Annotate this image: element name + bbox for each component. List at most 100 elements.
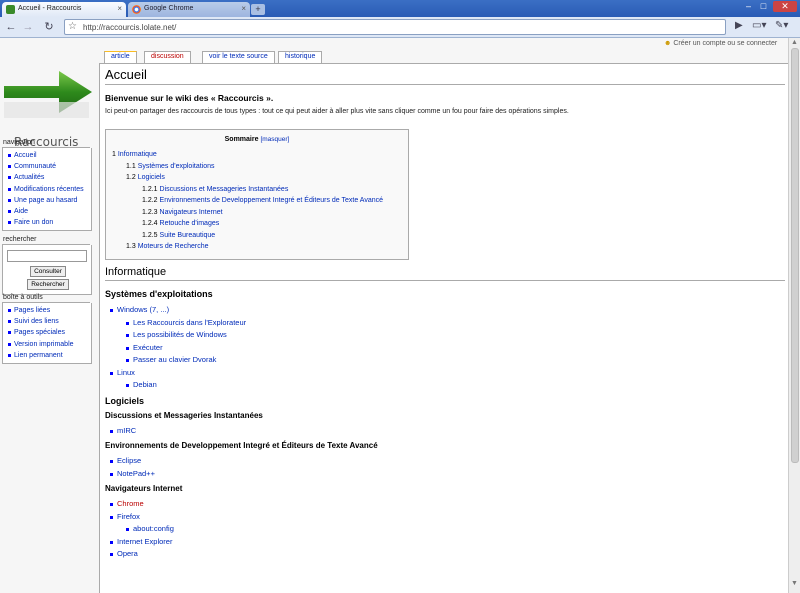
toc-entry[interactable]: 1.2 Logiciels xyxy=(112,172,402,184)
systemes-list: Windows (7, ...) Les Raccourcis dans l'E… xyxy=(109,304,788,392)
go-icon[interactable]: ▶ xyxy=(735,20,743,31)
tab-history[interactable]: historique xyxy=(278,51,323,63)
reload-button[interactable]: ↻ xyxy=(41,20,57,35)
list-item[interactable]: Les possibilités de Windows xyxy=(125,329,788,342)
discussions-list: mIRC xyxy=(109,425,788,438)
environnements-list: Eclipse NotePad++ xyxy=(109,455,788,480)
url-input[interactable] xyxy=(83,23,643,32)
address-bar[interactable]: ☆ xyxy=(64,19,726,35)
navigation-portlet: navigation Accueil Communauté Actualités… xyxy=(2,139,92,232)
toc-entry[interactable]: 1.2.2 Environnements de Developpement In… xyxy=(112,195,402,207)
tab-view-source[interactable]: voir le texte source xyxy=(202,51,275,63)
list-item[interactable]: Les Raccourcis dans l'Explorateur xyxy=(125,317,788,330)
section-heading-discussions: Discussions et Messageries Instantanées xyxy=(105,410,263,420)
toc-title: Sommaire [masquer] xyxy=(224,136,290,143)
back-button[interactable]: ← xyxy=(3,20,19,35)
list-item[interactable]: about:config xyxy=(125,523,788,536)
tab-title: Google Chrome xyxy=(144,5,194,12)
tab-title: Accueil - Raccourcis xyxy=(18,5,82,12)
web-page: ☻ Créer un compte ou se connecter Raccou… xyxy=(0,38,788,593)
list-item[interactable]: Exécuter xyxy=(125,342,788,355)
navigateurs-list: Chrome Firefox about:config Internet Exp… xyxy=(109,498,788,561)
toc-entry[interactable]: 1.2.5 Suite Bureautique xyxy=(112,230,402,242)
toolbox-item-lien-permanent[interactable]: Lien permanent xyxy=(7,350,89,361)
page-menu-icon[interactable]: ▭▾ xyxy=(752,20,766,31)
search-input[interactable] xyxy=(7,250,87,262)
forward-button[interactable]: → xyxy=(20,20,36,35)
close-tab-icon[interactable]: × xyxy=(241,4,246,13)
toc-entry[interactable]: 1.1 Systèmes d'exploitations xyxy=(112,161,402,173)
wrench-icon[interactable]: ✎▾ xyxy=(775,20,788,31)
search-title: rechercher xyxy=(2,236,90,245)
new-tab-button[interactable]: + xyxy=(251,4,265,15)
list-item[interactable]: mIRC xyxy=(109,425,788,438)
scroll-up-icon[interactable]: ▲ xyxy=(791,39,798,46)
toc-entry[interactable]: 1.2.3 Navigateurs Internet xyxy=(112,207,402,219)
toolbox-item-pages-speciales[interactable]: Pages spéciales xyxy=(7,327,89,338)
login-link[interactable]: Créer un compte ou se connecter xyxy=(673,40,777,47)
minimize-button[interactable]: – xyxy=(742,1,755,12)
toc-entry[interactable]: 1 Informatique xyxy=(112,149,402,161)
list-item-chrome[interactable]: Chrome xyxy=(109,498,788,511)
list-item-internet-explorer[interactable]: Internet Explorer xyxy=(109,536,788,549)
raccourcis-favicon-icon xyxy=(6,5,15,14)
sidebar-item-accueil[interactable]: Accueil xyxy=(7,150,89,161)
go-button[interactable]: Consulter xyxy=(30,266,66,277)
tab-google-chrome[interactable]: Google Chrome × xyxy=(128,2,250,17)
toc-entry[interactable]: 1.3 Moteurs de Recherche xyxy=(112,241,402,253)
section-heading-systemes: Systèmes d'exploitations xyxy=(105,289,213,299)
toolbox-item-suivi-des-liens[interactable]: Suivi des liens xyxy=(7,316,89,327)
tab-discussion[interactable]: discussion xyxy=(144,51,191,63)
toc-toggle-link[interactable]: [masquer] xyxy=(260,136,289,143)
search-button[interactable]: Rechercher xyxy=(27,279,69,290)
sidebar-item-modifications-recentes[interactable]: Modifications récentes xyxy=(7,184,89,195)
sidebar-item-faire-un-don[interactable]: Faire un don xyxy=(7,217,89,228)
list-item[interactable]: Passer au clavier Dvorak xyxy=(125,354,788,367)
list-item-opera[interactable]: Opera xyxy=(109,548,788,561)
navigation-body: Accueil Communauté Actualités Modificati… xyxy=(2,148,92,232)
navigation-list: Accueil Communauté Actualités Modificati… xyxy=(7,150,89,228)
browser-toolbar: ← → ↻ ☆ ▶ ▭▾ ✎▾ xyxy=(0,17,800,38)
section-heading-logiciels: Logiciels xyxy=(105,395,145,406)
list-item-firefox[interactable]: Firefox about:config xyxy=(109,511,788,536)
list-item[interactable]: Debian xyxy=(125,379,788,392)
list-item[interactable]: Eclipse xyxy=(109,455,788,468)
vertical-scrollbar[interactable]: ▲ ▼ xyxy=(788,38,800,593)
tab-article[interactable]: article xyxy=(104,51,137,63)
windows-sublist: Les Raccourcis dans l'Explorateur Les po… xyxy=(125,317,788,367)
sidebar-item-communaute[interactable]: Communauté xyxy=(7,161,89,172)
toc-entry[interactable]: 1.2.4 Retouche d'images xyxy=(112,218,402,230)
close-window-button[interactable]: ✕ xyxy=(773,1,797,12)
scroll-down-icon[interactable]: ▼ xyxy=(791,580,798,587)
search-body: Consulter Rechercher xyxy=(2,245,92,295)
navigation-title: navigation xyxy=(2,139,90,148)
toolbox-title: boîte à outils xyxy=(2,294,90,303)
section-heading-navigateurs: Navigateurs Internet xyxy=(105,484,183,493)
section-heading-informatique: Informatique xyxy=(105,266,785,281)
toolbox-item-version-imprimable[interactable]: Version imprimable xyxy=(7,339,89,350)
toolbox-body: Pages liées Suivi des liens Pages spécia… xyxy=(2,303,92,365)
linux-sublist: Debian xyxy=(125,379,788,392)
welcome-heading: Bienvenue sur le wiki des « Raccourcis »… xyxy=(105,93,274,103)
main-content: Accueil Bienvenue sur le wiki des « Racc… xyxy=(99,63,788,593)
sidebar-item-aide[interactable]: Aide xyxy=(7,206,89,217)
intro-paragraph: Ici peut-on partager des raccourcis de t… xyxy=(105,108,569,115)
page-title: Accueil xyxy=(105,67,785,85)
sidebar-item-page-au-hasard[interactable]: Une page au hasard xyxy=(7,195,89,206)
toolbox-list: Pages liées Suivi des liens Pages spécia… xyxy=(7,305,89,361)
list-item-linux[interactable]: Linux Debian xyxy=(109,367,788,392)
list-item-windows[interactable]: Windows (7, ...) Les Raccourcis dans l'E… xyxy=(109,304,788,367)
tab-accueil[interactable]: Accueil - Raccourcis × xyxy=(2,2,126,17)
toolbox-item-pages-liees[interactable]: Pages liées xyxy=(7,305,89,316)
tab-strip: Accueil - Raccourcis × Google Chrome × +… xyxy=(0,0,800,17)
list-item[interactable]: NotePad++ xyxy=(109,468,788,481)
browser-window: Accueil - Raccourcis × Google Chrome × +… xyxy=(0,0,800,593)
toc-entry[interactable]: 1.2.1 Discussions et Messageries Instant… xyxy=(112,184,402,196)
toolbox-portlet: boîte à outils Pages liées Suivi des lie… xyxy=(2,294,92,365)
close-tab-icon[interactable]: × xyxy=(117,4,122,13)
green-arrow-icon xyxy=(4,71,92,118)
personal-tools: ☻ Créer un compte ou se connecter xyxy=(664,40,777,47)
scrollbar-thumb[interactable] xyxy=(791,48,799,463)
maximize-button[interactable]: □ xyxy=(757,1,770,12)
sidebar-item-actualites[interactable]: Actualités xyxy=(7,172,89,183)
